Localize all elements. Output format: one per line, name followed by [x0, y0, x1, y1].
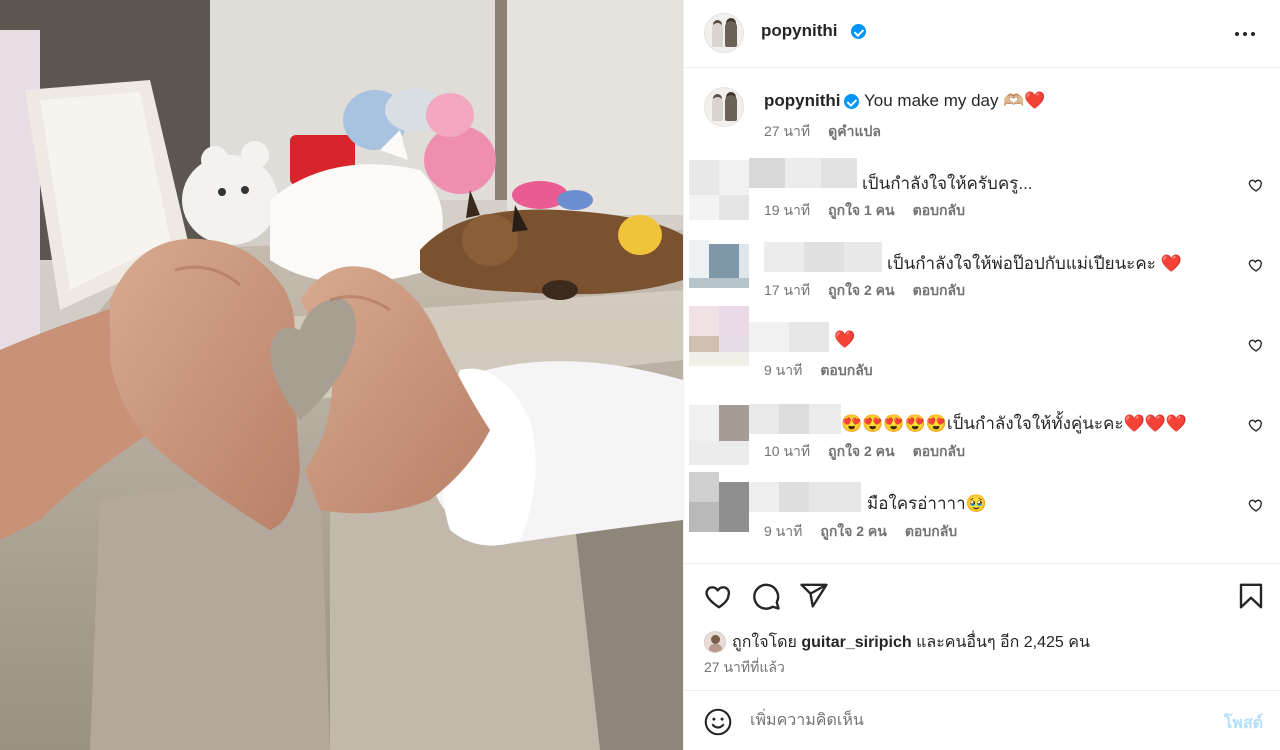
comment-likes[interactable]: ถูกใจ 1 คน: [828, 202, 895, 218]
likes-suffix[interactable]: และคนอื่นๆ อีก 2,425 คน: [912, 634, 1090, 651]
liker-avatar[interactable]: [704, 631, 726, 653]
comment-username-blurred[interactable]: [749, 404, 841, 434]
reply-button[interactable]: ตอบกลับ: [905, 523, 957, 539]
comment-time: 9 นาที: [764, 362, 803, 378]
comment-time: 10 นาที: [764, 443, 811, 459]
translate-link[interactable]: ดูคำแปล: [828, 123, 881, 139]
comment-like-heart-icon[interactable]: [1248, 497, 1264, 513]
comment-avatar-blurred[interactable]: [689, 306, 749, 366]
comment-like-heart-icon[interactable]: [1248, 177, 1264, 193]
post-photo-illustration: [0, 0, 683, 750]
likes-prefix: ถูกใจโดย: [732, 634, 802, 651]
comment-username-blurred[interactable]: [749, 322, 829, 352]
caption-username[interactable]: popynithi: [764, 91, 840, 111]
reply-button[interactable]: ตอบกลับ: [820, 362, 872, 378]
comment-meta: 17 นาที ถูกใจ 2 คน ตอบกลับ: [764, 280, 983, 302]
more-options-icon[interactable]: [1235, 22, 1259, 46]
share-icon[interactable]: [799, 581, 829, 611]
comment-meta: 9 นาที ตอบกลับ: [764, 360, 891, 382]
comment-avatar-blurred[interactable]: [689, 405, 749, 465]
comment-avatar-blurred[interactable]: [689, 472, 749, 532]
comment-text: 😍😍😍😍😍เป็นกำลังใจให้ทั้งคู่นะคะ❤️❤️❤️: [841, 414, 1188, 433]
bookmark-icon[interactable]: [1236, 581, 1266, 611]
verified-badge-icon: [844, 94, 859, 109]
comment-icon[interactable]: [751, 581, 781, 611]
comment-meta: 10 นาที ถูกใจ 2 คน ตอบกลับ: [764, 441, 983, 463]
caption-meta: 27 นาที ดูคำแปล: [764, 121, 899, 143]
comment-username-blurred[interactable]: [749, 158, 857, 188]
comment-meta: 9 นาที ถูกใจ 2 คน ตอบกลับ: [764, 521, 975, 543]
comment-avatar-blurred[interactable]: [689, 240, 749, 300]
comment-time: 9 นาที: [764, 523, 803, 539]
caption-text: You make my day 🫶🏼❤️: [864, 91, 1046, 110]
liker-username[interactable]: guitar_siripich: [801, 634, 911, 651]
comment-input[interactable]: [750, 705, 1200, 737]
comment-like-heart-icon[interactable]: [1248, 257, 1264, 273]
comment-text: ❤️: [834, 330, 856, 349]
post-comment-button[interactable]: โพสต์: [1224, 711, 1263, 736]
emoji-icon[interactable]: [704, 708, 732, 736]
caption-author-avatar[interactable]: [704, 87, 744, 127]
comment-time: 17 นาที: [764, 282, 811, 298]
comment-username-blurred[interactable]: [749, 482, 861, 512]
comment-likes[interactable]: ถูกใจ 2 คน: [828, 443, 895, 459]
post-time-ago: 27 นาทีที่แล้ว: [704, 659, 785, 675]
comment-likes[interactable]: ถูกใจ 2 คน: [828, 282, 895, 298]
caption-time: 27 นาที: [764, 123, 811, 139]
comment-likes[interactable]: ถูกใจ 2 คน: [820, 523, 887, 539]
verified-badge-icon: [851, 24, 866, 39]
reply-button[interactable]: ตอบกลับ: [913, 202, 965, 218]
comment-like-heart-icon[interactable]: [1248, 337, 1264, 353]
post-actions-bar: ถูกใจโดย guitar_siripich และคนอื่นๆ อีก …: [684, 563, 1280, 690]
post-detail-panel: popynithi popynithi You make my day 🫶🏼❤️…: [683, 0, 1280, 750]
comment-meta: 19 นาที ถูกใจ 1 คน ตอบกลับ: [764, 200, 983, 222]
comment-text: มือใครอ่าาาา🥹: [867, 494, 987, 513]
comment-avatar-blurred[interactable]: [689, 160, 749, 220]
comment-composer: โพสต์: [684, 690, 1280, 750]
comment-like-heart-icon[interactable]: [1248, 417, 1264, 433]
post-photo: [0, 0, 683, 750]
comment-username-blurred[interactable]: [764, 242, 882, 272]
post-header: popynithi: [684, 0, 1280, 68]
heart-icon[interactable]: [704, 581, 734, 611]
comment-time: 19 นาที: [764, 202, 811, 218]
author-username[interactable]: popynithi: [761, 21, 837, 41]
author-avatar[interactable]: [704, 13, 744, 53]
comment-text: เป็นกำลังใจให้ครับครู...: [862, 174, 1033, 193]
reply-button[interactable]: ตอบกลับ: [913, 443, 965, 459]
reply-button[interactable]: ตอบกลับ: [913, 282, 965, 298]
comment-text: เป็นกำลังใจให้พ่อป๊อปกับแม่เปียนะคะ ❤️: [887, 254, 1182, 273]
likes-summary: ถูกใจโดย guitar_siripich และคนอื่นๆ อีก …: [732, 630, 1090, 655]
